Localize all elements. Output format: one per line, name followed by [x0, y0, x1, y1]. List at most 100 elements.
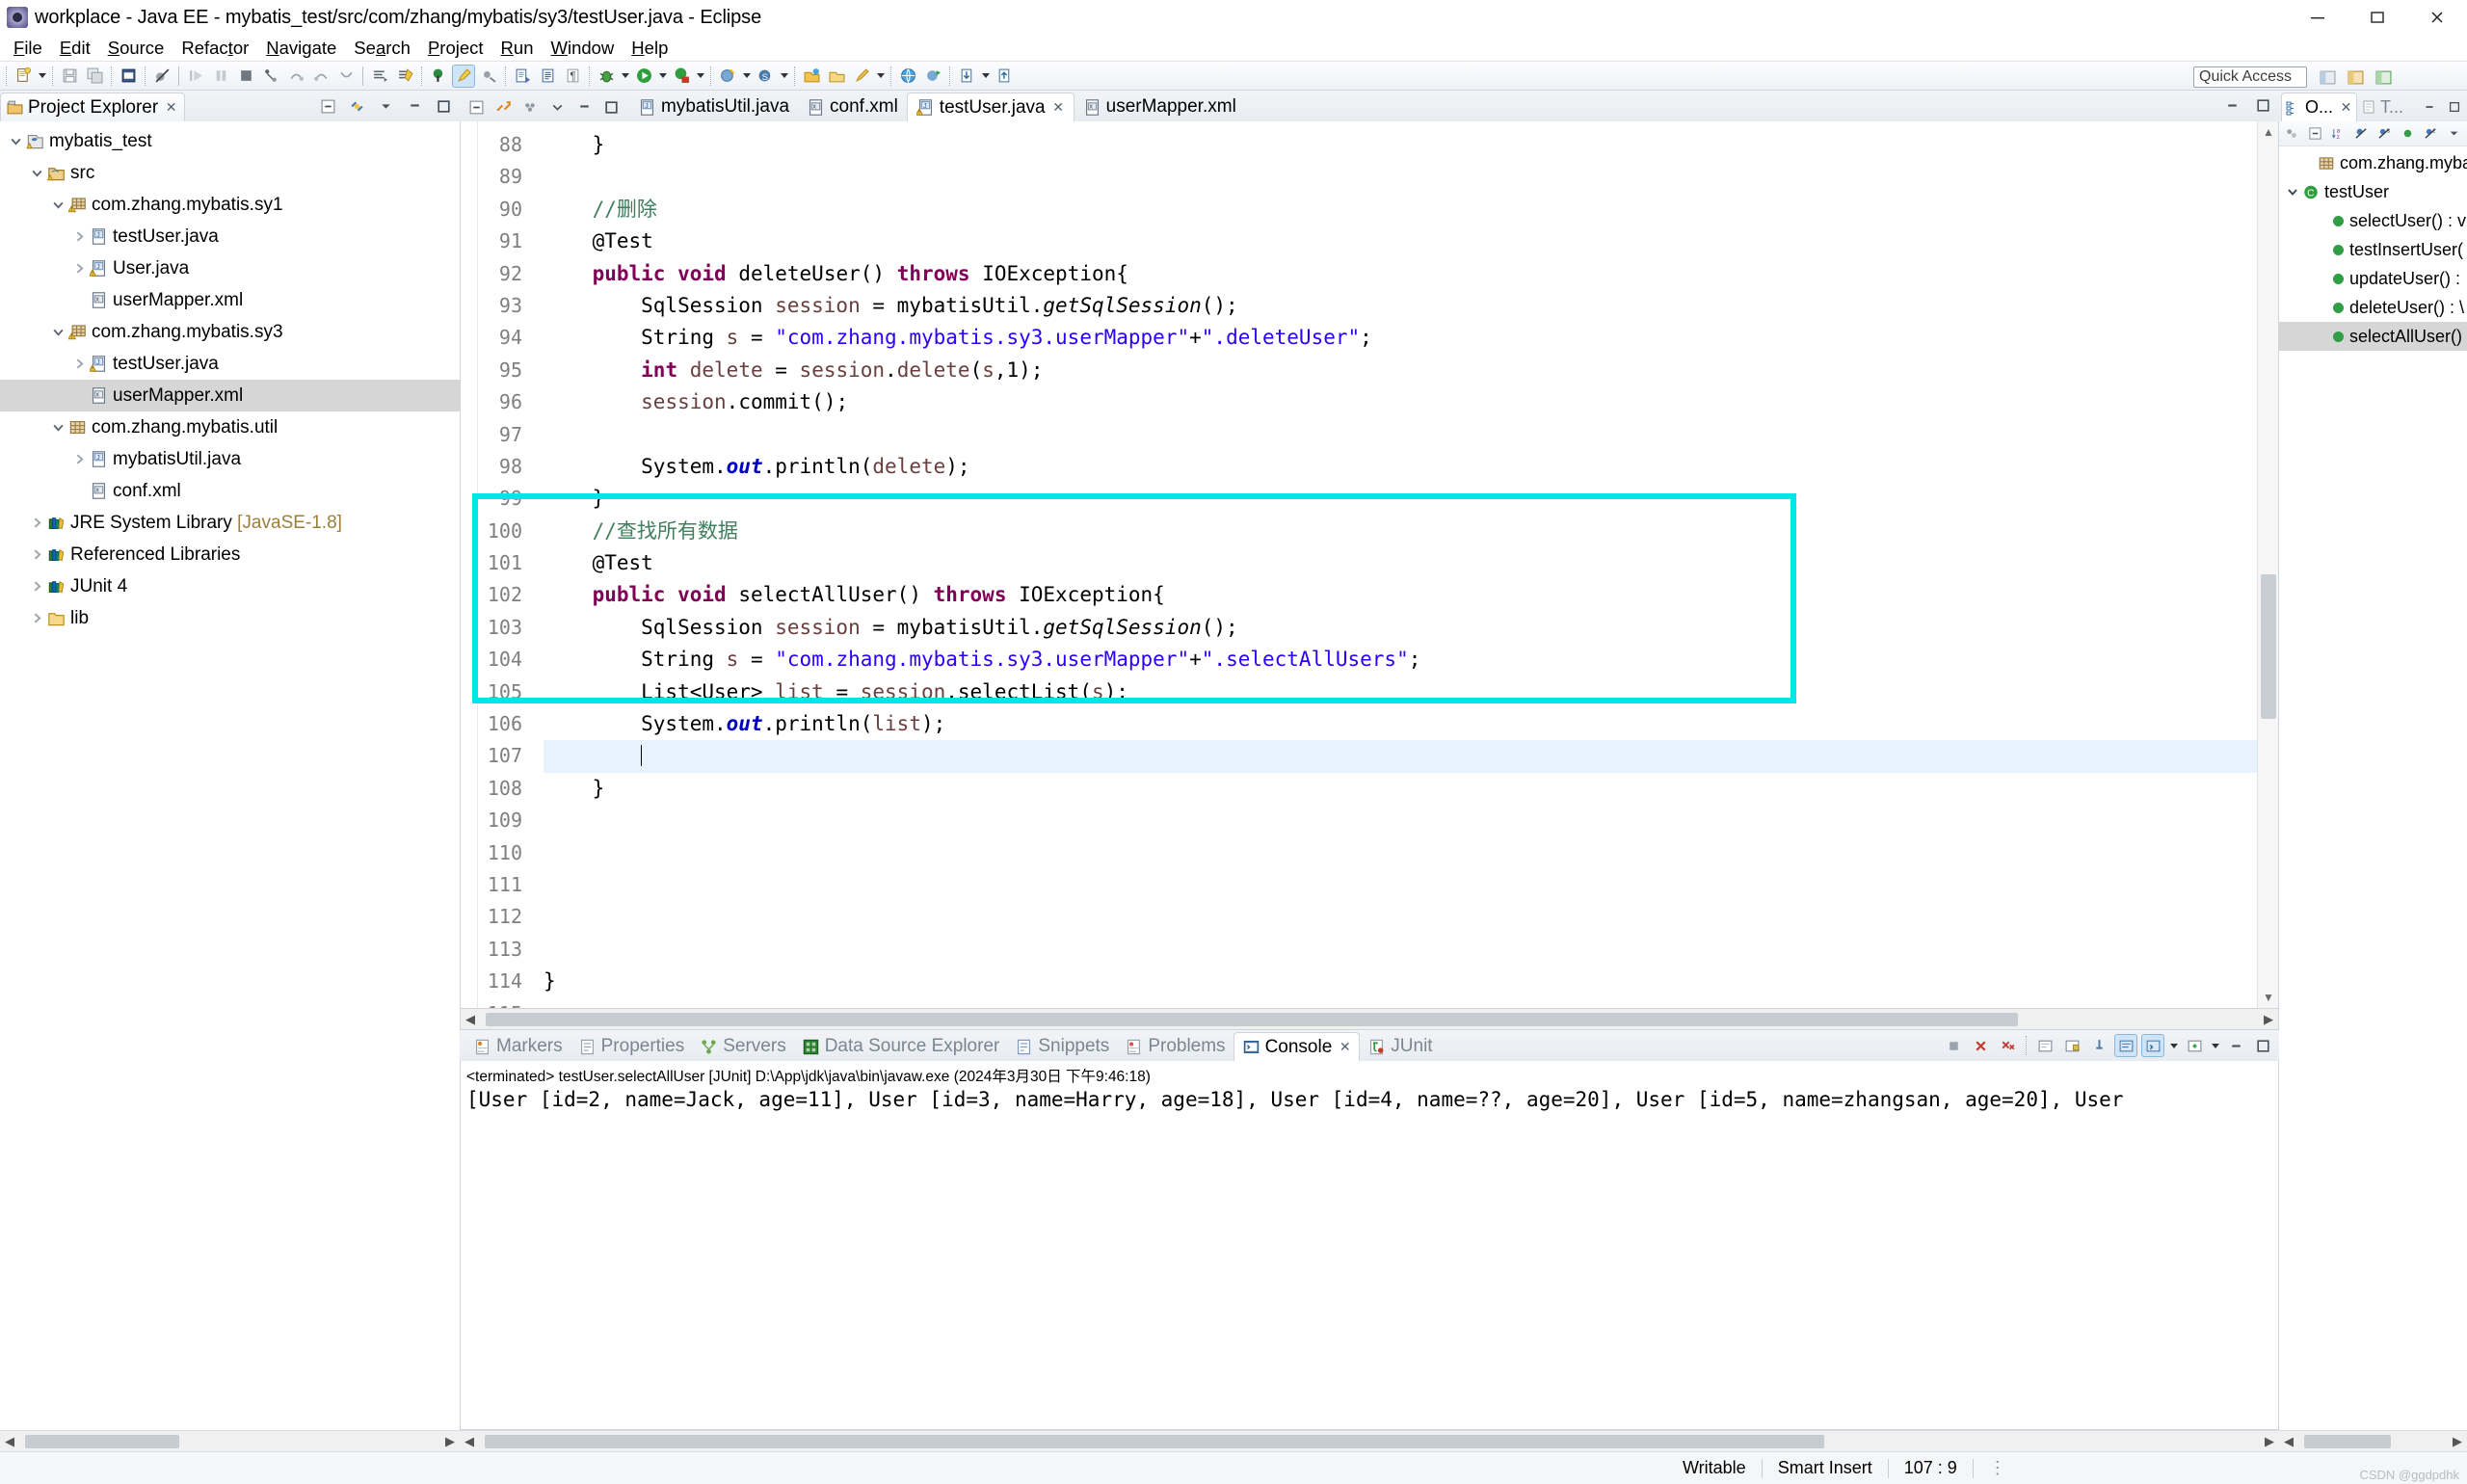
hide-local-types-icon[interactable]: L — [2421, 123, 2441, 144]
minimize-view-icon[interactable] — [572, 95, 596, 119]
menu-window[interactable]: Window — [542, 36, 623, 61]
menu-refactor[interactable]: Refactor — [172, 36, 257, 61]
chevron-down-icon[interactable] — [6, 132, 25, 151]
view-menu-icon[interactable] — [2444, 123, 2464, 144]
code-editor[interactable]: 88 89 90 91 92 93 94 95 96 97 98 99 100 101 102 103 104 1… — [460, 121, 2279, 1009]
previous-annotation-icon[interactable] — [511, 65, 534, 88]
new-java-class-icon[interactable] — [117, 65, 140, 88]
editor-hscroll-track[interactable] — [480, 1009, 2259, 1030]
link-editor-icon[interactable] — [427, 65, 450, 88]
drop-to-frame-icon[interactable] — [334, 65, 358, 88]
open-console-dropdown-icon[interactable] — [2167, 1034, 2180, 1057]
tree-item-conf-xml[interactable]: x conf.xml — [0, 475, 460, 507]
code-line[interactable]: public void deleteUser() throws IOExcept… — [544, 258, 2278, 290]
resume-icon[interactable] — [184, 65, 207, 88]
new-wizard-icon[interactable] — [12, 65, 35, 88]
chevron-down-icon[interactable] — [48, 196, 67, 215]
code-line[interactable] — [544, 934, 2278, 966]
outline-item-selectalluser[interactable]: selectAllUser() — [2279, 322, 2467, 351]
minimize-button[interactable] — [2288, 0, 2348, 35]
editor-tab-testuser-java[interactable]: J! testUser.java ✕ — [906, 93, 1074, 121]
tree-item-mybatis-test[interactable]: mybatis_test — [0, 125, 460, 157]
menu-navigate[interactable]: Navigate — [257, 36, 345, 61]
tree-item-usermapper-xml[interactable]: x userMapper.xml — [0, 380, 460, 411]
hide-fields-icon[interactable] — [2282, 123, 2302, 144]
maximize-view-icon[interactable] — [599, 95, 623, 119]
open-perspective-icon[interactable] — [921, 65, 944, 88]
hscroll-track[interactable] — [19, 1431, 440, 1452]
tab-task-list[interactable]: T... — [2357, 93, 2407, 121]
code-line[interactable]: System.out.println(delete); — [544, 451, 2278, 483]
editor-vscroll-thumb[interactable] — [2261, 574, 2276, 719]
import-icon[interactable] — [955, 65, 978, 88]
java-ee-perspective-icon[interactable] — [2316, 66, 2339, 89]
hscroll-thumb[interactable] — [25, 1434, 179, 1448]
outline-hscroll-thumb[interactable] — [2304, 1434, 2391, 1448]
view-menu-dots-icon[interactable] — [518, 95, 542, 119]
export-icon[interactable] — [993, 65, 1016, 88]
code-line[interactable]: SqlSession session = mybatisUtil.getSqlS… — [544, 290, 2278, 322]
outline-item-updateuser[interactable]: updateUser() : — [2279, 264, 2467, 293]
outline-item-testinsertuser[interactable]: testInsertUser( — [2279, 235, 2467, 264]
pencil-dropdown-icon[interactable] — [874, 65, 887, 88]
open-type-icon[interactable]: S — [754, 65, 777, 88]
new-folder-icon[interactable] — [825, 65, 848, 88]
chevron-right-icon[interactable] — [69, 355, 89, 374]
chevron-right-icon[interactable] — [69, 450, 89, 469]
close-icon[interactable]: ✕ — [1339, 1040, 1351, 1053]
close-icon[interactable]: ✕ — [165, 100, 177, 114]
code-line[interactable] — [544, 805, 2278, 836]
remove-all-launches-icon[interactable] — [1996, 1034, 2019, 1057]
new-package-icon[interactable] — [800, 65, 823, 88]
console-tab-data-source-explorer[interactable]: Data Source Explorer — [794, 1032, 1008, 1061]
close-button[interactable] — [2407, 0, 2467, 35]
code-line[interactable]: } — [544, 483, 2278, 515]
chevron-right-icon[interactable] — [27, 545, 46, 565]
last-edit-location-icon[interactable] — [536, 65, 559, 88]
console-tab-junit[interactable]: JUnit — [1360, 1032, 1440, 1061]
hide-static-icon[interactable] — [2351, 123, 2372, 144]
collapse-all-icon[interactable] — [2305, 123, 2325, 144]
skip-breakpoints-icon[interactable] — [150, 65, 173, 88]
code-line[interactable]: int delete = session.delete(s,1); — [544, 355, 2278, 386]
menu-search[interactable]: Search — [345, 36, 419, 61]
link-with-editor-icon[interactable] — [345, 94, 368, 118]
chevron-right-icon[interactable] — [27, 514, 46, 533]
console-hscroll-thumb[interactable] — [485, 1434, 1824, 1448]
console-output-area[interactable]: <terminated> testUser.selectAllUser [JUn… — [460, 1061, 2279, 1430]
outline-tree[interactable]: com.zhang.myba CtestUser selectUser() : v t… — [2279, 146, 2467, 1430]
scroll-up-icon[interactable]: ▲ — [2258, 121, 2278, 143]
console-tab-servers[interactable]: Servers — [692, 1032, 793, 1061]
chevron-down-icon[interactable] — [27, 164, 46, 183]
code-line[interactable]: } — [544, 773, 2278, 805]
editor-tab-conf-xml[interactable]: x conf.xml — [798, 93, 907, 121]
step-into-icon[interactable] — [259, 65, 282, 88]
code-line[interactable]: @Test — [544, 225, 2278, 257]
scroll-left-icon[interactable]: ◀ — [461, 1010, 480, 1029]
code-line[interactable]: } — [544, 966, 2278, 997]
maximize-editor-icon[interactable] — [2251, 93, 2274, 117]
clear-console-icon[interactable] — [2033, 1034, 2056, 1057]
suspend-icon[interactable] — [209, 65, 232, 88]
save-all-icon[interactable] — [83, 65, 106, 88]
menu-project[interactable]: Project — [419, 36, 492, 61]
editor-vertical-scrollbar[interactable]: ▲ ▼ — [2257, 121, 2278, 1008]
tree-item-src[interactable]: src — [0, 157, 460, 189]
outline-item-com-zhang-myba[interactable]: com.zhang.myba — [2279, 148, 2467, 177]
step-over-icon[interactable] — [284, 65, 307, 88]
menu-run[interactable]: Run — [492, 36, 543, 61]
sort-icon[interactable]: az — [2328, 123, 2348, 144]
tab-outline[interactable]: O... ✕ — [2281, 93, 2358, 121]
editor-horizontal-scrollbar[interactable]: ◀ ▶ — [460, 1009, 2279, 1030]
console-tab-snippets[interactable]: Snippets — [1007, 1032, 1117, 1061]
debug-icon[interactable] — [595, 65, 618, 88]
external-tools-dropdown-icon[interactable] — [740, 65, 753, 88]
chevron-right-icon[interactable] — [69, 227, 89, 247]
debug-perspective-icon[interactable] — [2372, 66, 2395, 89]
link-with-editor-icon[interactable] — [491, 95, 515, 119]
tab-project-explorer[interactable]: Project Explorer ✕ — [0, 93, 186, 121]
debug-dropdown-icon[interactable] — [619, 65, 631, 88]
code-line[interactable]: SqlSession session = mybatisUtil.getSqlS… — [544, 612, 2278, 644]
quick-access-input[interactable]: Quick Access — [2193, 66, 2307, 88]
run-coverage-dropdown-icon[interactable] — [694, 65, 706, 88]
